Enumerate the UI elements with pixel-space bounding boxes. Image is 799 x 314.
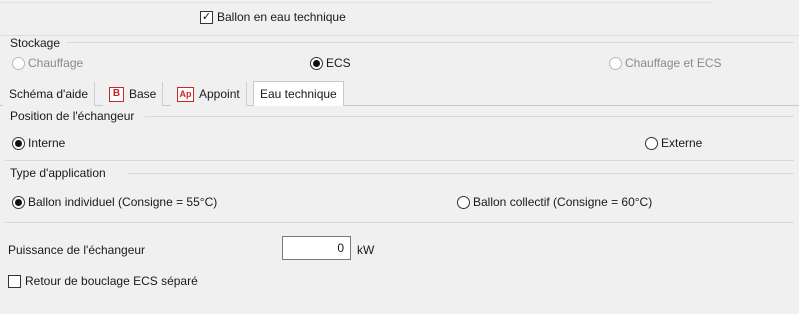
tab-strip: Schéma d'aide B Base Ap Appoint Eau tech… <box>0 81 799 107</box>
puissance-input[interactable]: 0 <box>282 236 351 260</box>
radio-icon[interactable] <box>457 195 470 209</box>
retour-bouclage-checkbox[interactable]: Retour de bouclage ECS séparé <box>8 274 198 288</box>
tab-appoint-label: Appoint <box>199 87 240 101</box>
ballon-eau-technique-label: Ballon en eau technique <box>217 10 346 24</box>
radio-interne[interactable]: Interne <box>12 136 65 150</box>
radio-icon[interactable] <box>609 56 622 70</box>
radio-selected-icon[interactable] <box>310 56 323 70</box>
tab-base[interactable]: B Base <box>103 82 164 106</box>
radio-externe[interactable]: Externe <box>645 136 702 150</box>
radio-chauffage-label: Chauffage <box>28 56 84 70</box>
radio-icon[interactable] <box>645 136 658 150</box>
radio-selected-icon[interactable] <box>12 195 25 209</box>
application-title: Type d'application <box>10 166 106 180</box>
retour-bouclage-label: Retour de bouclage ECS séparé <box>25 274 198 288</box>
tab-eau-technique-label: Eau technique <box>260 87 337 101</box>
radio-externe-label: Externe <box>661 136 703 150</box>
radio-ecs-label: ECS <box>326 56 351 70</box>
position-title: Position de l'échangeur <box>10 109 135 123</box>
top-bar <box>0 0 799 36</box>
radio-chauffage-ecs-label: Chauffage et ECS <box>625 56 722 70</box>
radio-interne-label: Interne <box>28 136 66 150</box>
puissance-label: Puissance de l'échangeur <box>8 243 146 257</box>
base-icon: B <box>109 86 124 102</box>
radio-ballon-individuel[interactable]: Ballon individuel (Consigne = 55°C) <box>12 195 217 209</box>
check-icon[interactable]: ✓ <box>200 10 213 24</box>
radio-ballon-individuel-label: Ballon individuel (Consigne = 55°C) <box>28 195 218 209</box>
checkbox-icon[interactable] <box>8 274 21 288</box>
radio-chauffage-ecs[interactable]: Chauffage et ECS <box>609 56 722 70</box>
tab-base-label: Base <box>129 87 157 101</box>
puissance-unit: kW <box>357 243 375 257</box>
tab-schema-aide[interactable]: Schéma d'aide <box>3 82 96 106</box>
radio-selected-icon[interactable] <box>12 136 25 150</box>
tab-schema-aide-label: Schéma d'aide <box>9 87 89 101</box>
radio-chauffage[interactable]: Chauffage <box>12 56 83 70</box>
stockage-title: Stockage <box>10 36 61 50</box>
radio-ecs[interactable]: ECS <box>310 56 351 70</box>
radio-icon[interactable] <box>12 56 25 70</box>
appoint-icon: Ap <box>177 86 194 102</box>
ballon-eau-technique-checkbox[interactable]: ✓ Ballon en eau technique <box>200 10 346 24</box>
tab-eau-technique[interactable]: Eau technique <box>253 81 344 107</box>
tab-appoint[interactable]: Ap Appoint <box>171 82 247 106</box>
radio-ballon-collectif[interactable]: Ballon collectif (Consigne = 60°C) <box>457 195 652 209</box>
radio-ballon-collectif-label: Ballon collectif (Consigne = 60°C) <box>473 195 653 209</box>
